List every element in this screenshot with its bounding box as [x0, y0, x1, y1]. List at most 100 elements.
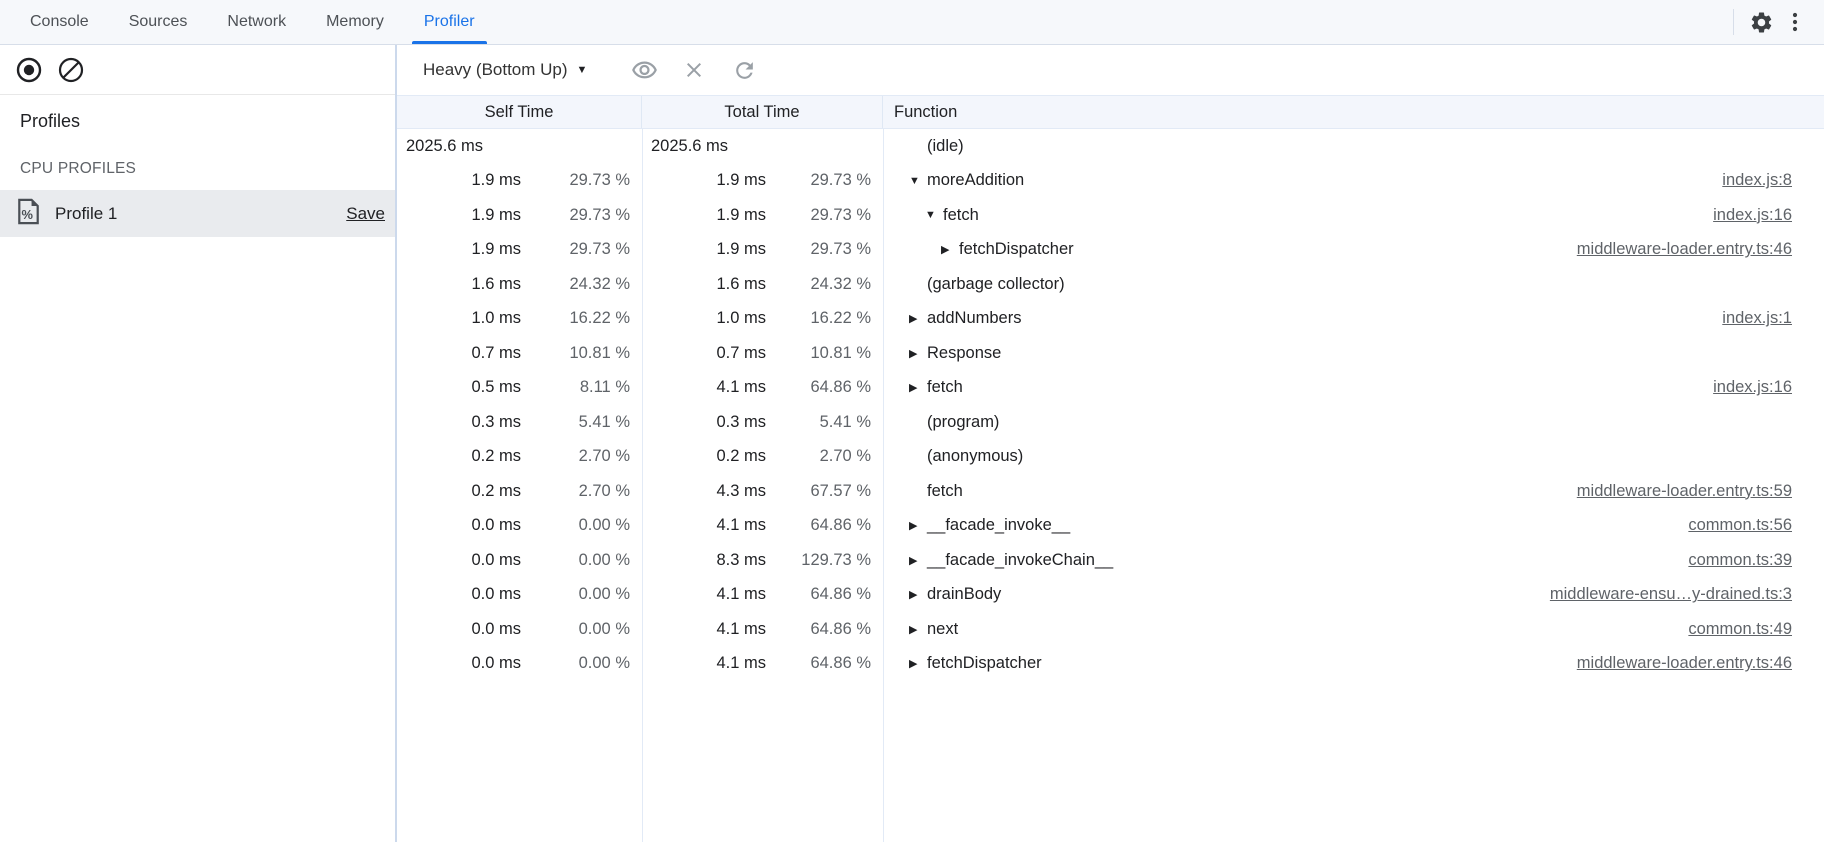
total-time-cell: 4.1 ms64.86 % — [642, 371, 883, 406]
function-cell: ▼moreAdditionindex.js:8 — [883, 164, 1824, 199]
profile-view-toolbar: Heavy (Bottom Up) ▼ — [397, 45, 1824, 95]
time-percent: 29.73 % — [766, 171, 883, 190]
collapsed-arrow-icon[interactable]: ▶ — [909, 657, 927, 670]
source-link[interactable]: common.ts:56 — [1688, 516, 1824, 535]
tab-profiler[interactable]: Profiler — [404, 0, 495, 44]
collapsed-arrow-icon[interactable]: ▶ — [909, 519, 927, 532]
table-row[interactable]: 0.0 ms0.00 %4.1 ms64.86 %▶drainBodymiddl… — [397, 578, 1824, 613]
collapsed-arrow-icon[interactable]: ▶ — [909, 312, 927, 325]
record-button[interactable] — [14, 55, 44, 85]
time-value: 4.1 ms — [642, 654, 766, 673]
devtools-tabbar: Console Sources Network Memory Profiler — [0, 0, 1824, 45]
data-grid-header: Self Time Total Time Function — [397, 95, 1824, 129]
self-time-cell: 0.3 ms5.41 % — [397, 405, 642, 440]
tab-label: Memory — [326, 13, 384, 31]
source-link[interactable]: index.js:8 — [1722, 171, 1824, 190]
profiles-toolbar — [0, 45, 395, 95]
focus-button[interactable] — [627, 53, 661, 87]
column-header-total-time[interactable]: Total Time — [642, 96, 883, 128]
tab-sources[interactable]: Sources — [109, 0, 208, 44]
function-cell: ▶fetchDispatchermiddleware-loader.entry.… — [883, 647, 1824, 682]
source-link[interactable]: index.js:1 — [1722, 309, 1824, 328]
table-row[interactable]: 0.0 ms0.00 %8.3 ms129.73 %▶__facade_invo… — [397, 543, 1824, 578]
function-name: fetch — [927, 482, 963, 501]
function-cell: (garbage collector) — [883, 267, 1824, 302]
time-percent: 129.73 % — [766, 551, 883, 570]
source-link[interactable]: middleware-loader.entry.ts:46 — [1577, 654, 1824, 673]
table-row[interactable]: 1.0 ms16.22 %1.0 ms16.22 %▶addNumbersind… — [397, 302, 1824, 337]
source-link[interactable]: index.js:16 — [1713, 206, 1824, 225]
time-percent: 64.86 % — [766, 654, 883, 673]
source-link[interactable]: common.ts:39 — [1688, 551, 1824, 570]
time-value: 0.5 ms — [397, 378, 521, 397]
time-value: 0.0 ms — [397, 551, 521, 570]
table-row[interactable]: 0.7 ms10.81 %0.7 ms10.81 %▶Response — [397, 336, 1824, 371]
function-cell: ▶drainBody middleware-ensu…y-drained.ts:3 — [883, 578, 1824, 613]
tab-console[interactable]: Console — [10, 0, 109, 44]
total-time-cell: 0.7 ms10.81 % — [642, 336, 883, 371]
function-cell: ▶__facade_invokeChain__ common.ts:39 — [883, 543, 1824, 578]
profile-view: Heavy (Bottom Up) ▼ — [397, 45, 1824, 842]
table-row[interactable]: 2025.6 ms2025.6 ms(idle) — [397, 129, 1824, 164]
function-name: Response — [927, 344, 1001, 363]
profiles-title: Profiles — [20, 111, 395, 132]
function-name: next — [927, 620, 958, 639]
collapsed-arrow-icon[interactable]: ▶ — [909, 554, 927, 567]
time-value: 0.0 ms — [397, 585, 521, 604]
source-link[interactable]: middleware-ensu…y-drained.ts:3 — [1550, 585, 1824, 604]
collapsed-arrow-icon[interactable]: ▶ — [909, 347, 927, 360]
table-row[interactable]: 0.0 ms0.00 %4.1 ms64.86 %▶fetchDispatche… — [397, 647, 1824, 682]
settings-button[interactable] — [1744, 5, 1778, 39]
more-menu-button[interactable] — [1778, 5, 1812, 39]
clear-button[interactable] — [56, 55, 86, 85]
column-header-self-time[interactable]: Self Time — [397, 96, 642, 128]
table-row[interactable]: 0.5 ms8.11 %4.1 ms64.86 %▶fetchindex.js:… — [397, 371, 1824, 406]
collapsed-arrow-icon[interactable]: ▶ — [941, 243, 959, 256]
table-row[interactable]: 0.0 ms0.00 %4.1 ms64.86 %▶__facade_invok… — [397, 509, 1824, 544]
table-row[interactable]: 1.6 ms24.32 %1.6 ms24.32 %(garbage colle… — [397, 267, 1824, 302]
toolbar-divider — [1733, 9, 1734, 35]
function-name: drainBody — [927, 585, 1001, 604]
table-row[interactable]: 0.2 ms2.70 %4.3 ms67.57 %fetchmiddleware… — [397, 474, 1824, 509]
time-value: 4.1 ms — [642, 585, 766, 604]
time-value: 0.7 ms — [642, 344, 766, 363]
table-row[interactable]: 0.0 ms0.00 %4.1 ms64.86 %▶nextcommon.ts:… — [397, 612, 1824, 647]
time-percent: 16.22 % — [521, 309, 642, 328]
expanded-arrow-icon[interactable]: ▼ — [909, 175, 927, 187]
table-row[interactable]: 0.2 ms2.70 %0.2 ms2.70 %(anonymous) — [397, 440, 1824, 475]
source-link[interactable]: middleware-loader.entry.ts:46 — [1577, 240, 1824, 259]
tab-label: Sources — [129, 13, 188, 31]
source-link[interactable]: index.js:16 — [1713, 378, 1824, 397]
self-time-cell: 0.2 ms2.70 % — [397, 440, 642, 475]
column-header-function[interactable]: Function — [883, 96, 1824, 128]
function-name: fetch — [927, 378, 963, 397]
tab-label: Console — [30, 13, 89, 31]
table-row[interactable]: 0.3 ms5.41 %0.3 ms5.41 %(program) — [397, 405, 1824, 440]
table-row[interactable]: 1.9 ms29.73 %1.9 ms29.73 %▼moreAdditioni… — [397, 164, 1824, 199]
function-cell: ▶Response — [883, 336, 1824, 371]
function-cell: ▶next common.ts:49 — [883, 612, 1824, 647]
function-cell: ▶fetch index.js:16 — [883, 371, 1824, 406]
collapsed-arrow-icon[interactable]: ▶ — [909, 381, 927, 394]
tab-network[interactable]: Network — [207, 0, 306, 44]
time-value: 0.3 ms — [397, 413, 521, 432]
time-percent: 64.86 % — [766, 516, 883, 535]
view-mode-select[interactable]: Heavy (Bottom Up) ▼ — [423, 60, 587, 80]
collapsed-arrow-icon[interactable]: ▶ — [909, 623, 927, 636]
profile-list-item[interactable]: % Profile 1 Save — [0, 190, 395, 237]
time-value: 2025.6 ms — [397, 137, 642, 156]
function-name: __facade_invokeChain__ — [927, 551, 1113, 570]
self-time-cell: 0.0 ms0.00 % — [397, 647, 642, 682]
source-link[interactable]: common.ts:49 — [1688, 620, 1824, 639]
time-value: 1.9 ms — [397, 171, 521, 190]
source-link[interactable]: middleware-loader.entry.ts:59 — [1577, 482, 1824, 501]
expanded-arrow-icon[interactable]: ▼ — [925, 209, 943, 221]
exclude-button[interactable] — [677, 53, 711, 87]
tab-memory[interactable]: Memory — [306, 0, 404, 44]
time-value: 1.9 ms — [397, 206, 521, 225]
table-row[interactable]: 1.9 ms29.73 %1.9 ms29.73 %▼fetchindex.js… — [397, 198, 1824, 233]
restore-button[interactable] — [727, 53, 761, 87]
table-row[interactable]: 1.9 ms29.73 %1.9 ms29.73 %▶fetchDispatch… — [397, 233, 1824, 268]
save-profile-link[interactable]: Save — [346, 204, 385, 224]
collapsed-arrow-icon[interactable]: ▶ — [909, 588, 927, 601]
